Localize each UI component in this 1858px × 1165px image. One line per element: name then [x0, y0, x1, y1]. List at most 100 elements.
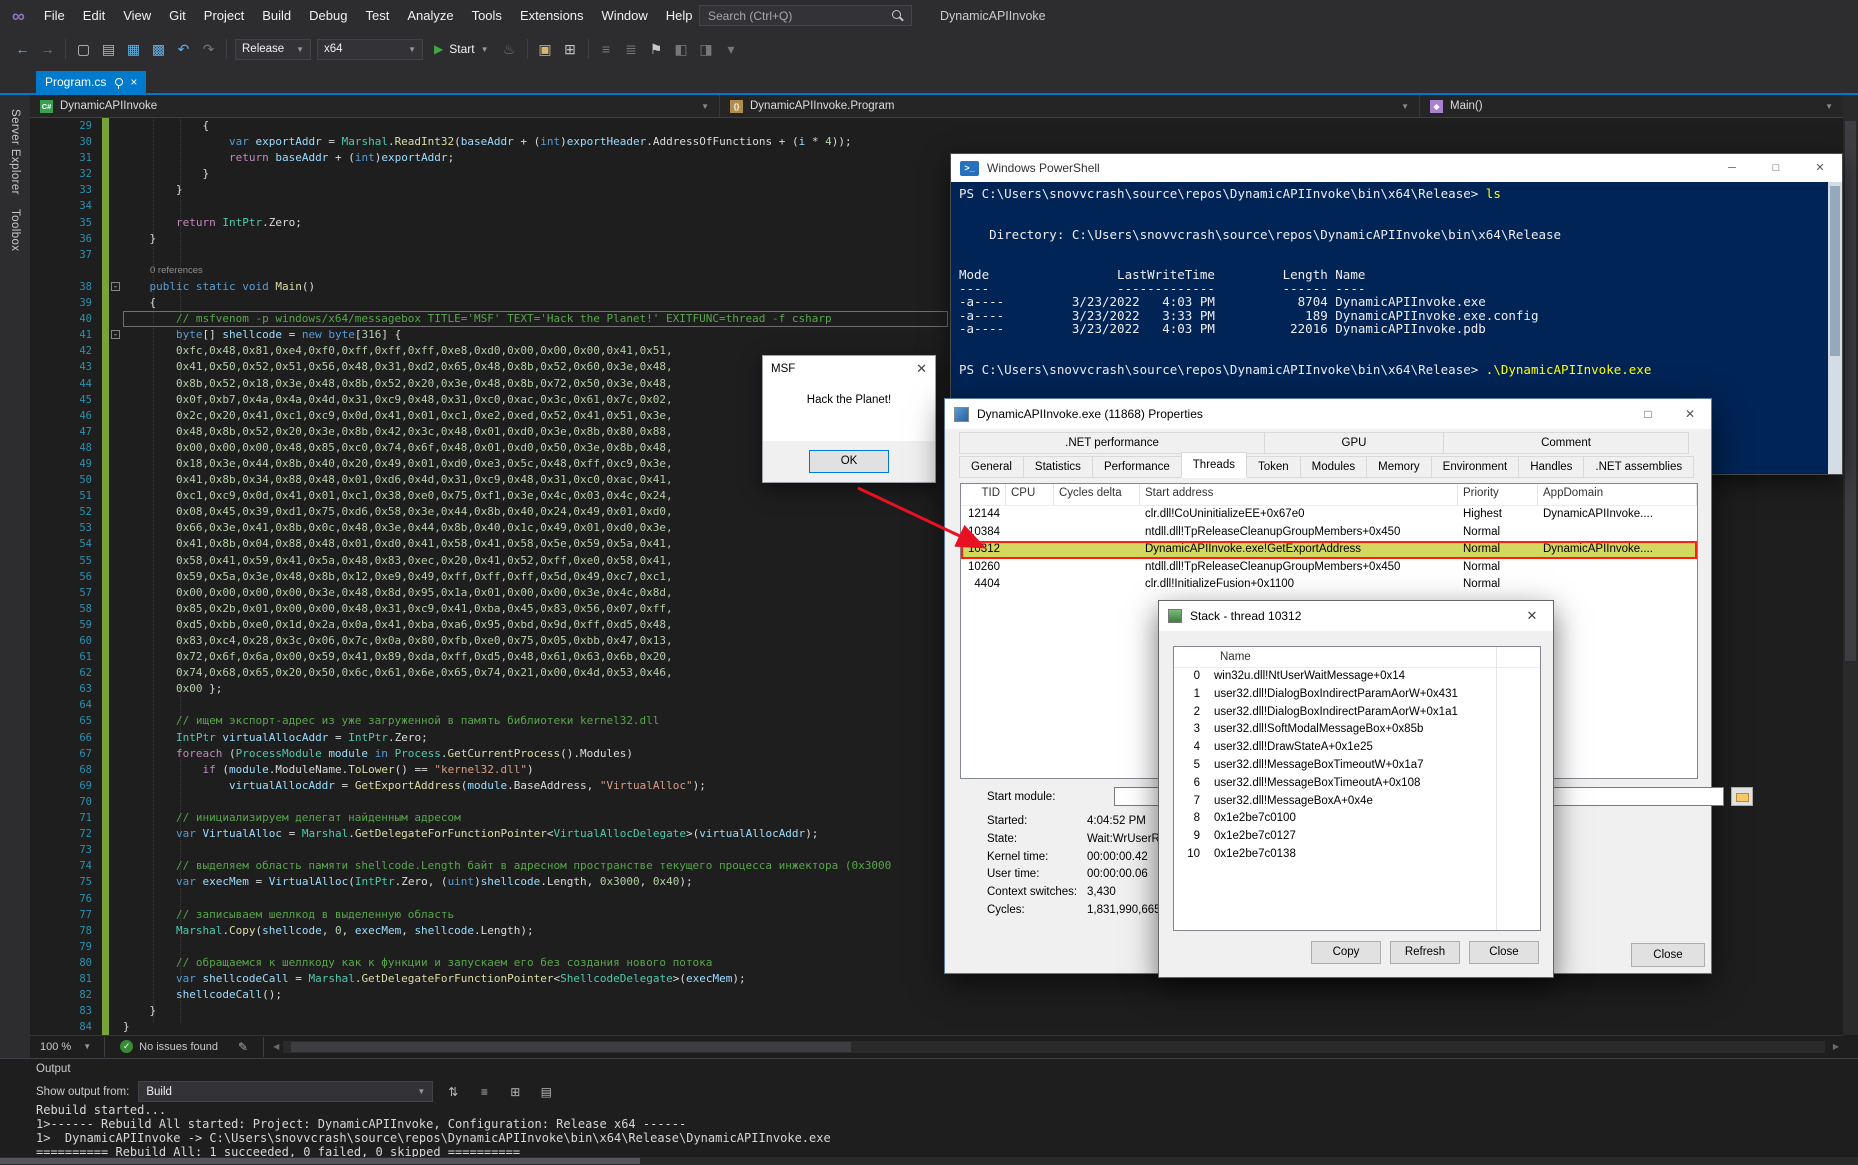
undo-icon[interactable]: ↶ [171, 37, 196, 61]
copy-button[interactable]: Copy [1311, 941, 1381, 964]
pin-icon[interactable] [114, 78, 122, 86]
code-line[interactable]: 84} [30, 1019, 1843, 1035]
thread-row[interactable]: 4404clr.dll!InitializeFusion+0x1100Norma… [961, 576, 1697, 594]
menu-item-project[interactable]: Project [195, 8, 253, 23]
close-icon[interactable]: ✕ [1798, 154, 1842, 182]
thread-row-highlighted[interactable]: 10312DynamicAPIInvoke.exe!GetExportAddre… [961, 541, 1697, 559]
stack-frame-row[interactable]: 100x1e2be7c0138 [1174, 846, 1540, 864]
maximize-icon[interactable]: □ [1627, 399, 1669, 429]
ok-button[interactable]: OK [809, 450, 889, 473]
close-button[interactable]: Close [1631, 943, 1705, 967]
collapse-icon[interactable]: - [111, 330, 120, 339]
stack-frame-row[interactable]: 6user32.dll!MessageBoxTimeoutA+0x108 [1174, 775, 1540, 793]
navigate-forward-icon[interactable]: → [35, 37, 60, 61]
profiler-icon[interactable]: ♨ [497, 37, 522, 61]
open-file-icon[interactable]: ▤ [96, 37, 121, 61]
menu-item-test[interactable]: Test [356, 8, 398, 23]
next-message-icon[interactable]: ≡ [473, 1085, 495, 1099]
menu-item-file[interactable]: File [35, 8, 74, 23]
menu-item-extensions[interactable]: Extensions [511, 8, 593, 23]
word-wrap-icon[interactable]: ⊞ [504, 1085, 526, 1099]
column-header-cycles-delta[interactable]: Cycles delta [1054, 484, 1140, 505]
find-in-files-icon[interactable]: ▣ [533, 37, 558, 61]
code-line[interactable]: 83 } [30, 1003, 1843, 1019]
stack-frame-row[interactable]: 80x1e2be7c0100 [1174, 810, 1540, 828]
stack-frame-row[interactable]: 90x1e2be7c0127 [1174, 828, 1540, 846]
menu-item-edit[interactable]: Edit [74, 8, 114, 23]
stack-frame-row[interactable]: 7user32.dll!MessageBoxA+0x4e [1174, 793, 1540, 811]
sidebar-item-server-explorer[interactable]: Server Explorer [9, 109, 21, 195]
horizontal-scrollbar[interactable] [283, 1041, 1825, 1053]
output-source-select[interactable]: Build ▼ [138, 1081, 433, 1102]
menu-item-analyze[interactable]: Analyze [398, 8, 462, 23]
tab-token[interactable]: Token [1246, 456, 1301, 478]
configuration-select[interactable]: Release▼ [235, 39, 311, 60]
menu-item-help[interactable]: Help [657, 8, 702, 23]
platform-select[interactable]: x64▼ [317, 39, 423, 60]
member-dropdown[interactable]: ◆ Main() ▼ [1420, 95, 1843, 117]
outdent-icon[interactable]: ≣ [619, 37, 644, 61]
close-icon[interactable]: ✕ [916, 361, 927, 377]
edit-tracking-icon[interactable]: ✎ [228, 1040, 258, 1054]
bookmark-icon[interactable]: ⚑ [644, 37, 669, 61]
menu-item-debug[interactable]: Debug [300, 8, 356, 23]
tab-comment[interactable]: Comment [1443, 432, 1689, 454]
stack-frame-row[interactable]: 0win32u.dll!NtUserWaitMessage+0x14 [1174, 668, 1540, 686]
close-icon[interactable]: ✕ [1511, 608, 1553, 624]
stack-frame-row[interactable]: 3user32.dll!SoftModalMessageBox+0x85b [1174, 721, 1540, 739]
codelens-references[interactable]: 0 references [123, 263, 203, 279]
close-tab-icon[interactable]: × [130, 75, 137, 89]
column-header-priority[interactable]: Priority [1458, 484, 1538, 505]
search-input[interactable]: Search (Ctrl+Q) [699, 5, 912, 26]
minimize-icon[interactable]: ─ [1710, 154, 1754, 182]
column-header-appdomain[interactable]: AppDomain [1538, 484, 1697, 505]
type-dropdown[interactable]: {} DynamicAPIInvoke.Program ▼ [720, 95, 1420, 117]
browse-button[interactable] [1731, 787, 1753, 806]
new-file-icon[interactable]: ▢ [71, 37, 96, 61]
properties-title-bar[interactable]: DynamicAPIInvoke.exe (11868) Properties … [945, 399, 1711, 429]
code-line[interactable]: 30 var exportAddr = Marshal.ReadInt32(ba… [30, 134, 1843, 150]
close-icon[interactable]: ✕ [1669, 399, 1711, 429]
code-line[interactable]: 29 { [30, 118, 1843, 134]
column-header-start-address[interactable]: Start address [1140, 484, 1458, 505]
menu-item-build[interactable]: Build [253, 8, 300, 23]
code-line[interactable]: 82 shellcodeCall(); [30, 987, 1843, 1003]
tab--net-performance[interactable]: .NET performance [959, 432, 1265, 454]
tab-modules[interactable]: Modules [1300, 456, 1367, 478]
navigate-back-icon[interactable]: ← [10, 37, 35, 61]
maximize-icon[interactable]: □ [1754, 154, 1798, 182]
thread-row[interactable]: 10260ntdll.dll!TpReleaseCleanupGroupMemb… [961, 559, 1697, 577]
project-dropdown[interactable]: C# DynamicAPIInvoke ▼ [30, 95, 720, 117]
stack-name-column-header[interactable]: Name [1174, 647, 1540, 668]
menu-item-git[interactable]: Git [160, 8, 195, 23]
previous-message-icon[interactable]: ⇅ [442, 1085, 464, 1099]
stack-frame-row[interactable]: 5user32.dll!MessageBoxTimeoutW+0x1a7 [1174, 757, 1540, 775]
code-health-indicator[interactable]: ✓ No issues found [110, 1040, 228, 1053]
uncomment-icon[interactable]: ◨ [694, 37, 719, 61]
clear-all-icon[interactable]: ▤ [535, 1085, 557, 1099]
scroll-right-icon[interactable]: ▶ [1829, 1042, 1843, 1051]
solution-explorer-icon[interactable]: ⊞ [558, 37, 583, 61]
tab-statistics[interactable]: Statistics [1023, 456, 1093, 478]
menu-item-window[interactable]: Window [593, 8, 657, 23]
column-header-cpu[interactable]: CPUˆ [1006, 484, 1054, 505]
stack-title-bar[interactable]: Stack - thread 10312 ✕ [1159, 601, 1553, 631]
scroll-left-icon[interactable]: ◀ [269, 1042, 283, 1051]
stack-frame-row[interactable]: 4user32.dll!DrawStateA+0x1e25 [1174, 739, 1540, 757]
thread-row[interactable]: 12144clr.dll!CoUninitializeEE+0x67e0High… [961, 506, 1697, 524]
tab-environment[interactable]: Environment [1431, 456, 1520, 478]
save-all-icon[interactable]: ▩ [146, 37, 171, 61]
refresh-button[interactable]: Refresh [1390, 941, 1460, 964]
toolbar-options-icon[interactable]: ▾ [719, 37, 744, 61]
column-header-tid[interactable]: TID [961, 484, 1006, 505]
tab-performance[interactable]: Performance [1092, 456, 1182, 478]
redo-icon[interactable]: ↷ [196, 37, 221, 61]
tab-gpu[interactable]: GPU [1264, 432, 1444, 454]
indent-icon[interactable]: ≡ [594, 37, 619, 61]
tab-handles[interactable]: Handles [1518, 456, 1584, 478]
tab-program-cs[interactable]: Program.cs × [36, 71, 146, 93]
close-button[interactable]: Close [1469, 941, 1539, 964]
tab-threads[interactable]: Threads [1181, 452, 1247, 478]
tab-general[interactable]: General [959, 456, 1024, 478]
tab--net-assemblies[interactable]: .NET assemblies [1583, 456, 1694, 478]
